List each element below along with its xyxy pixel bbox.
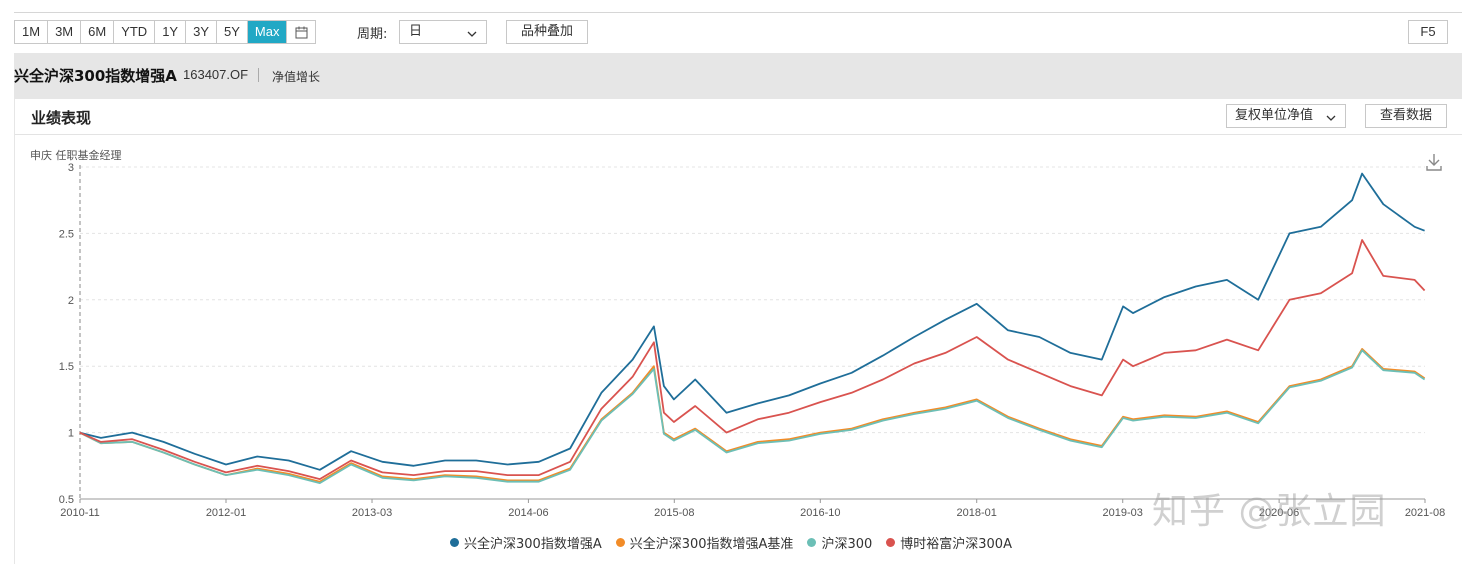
legend-item[interactable]: 兴全沪深300指数增强A: [450, 533, 602, 552]
y-tick-label: 3: [68, 162, 74, 174]
series-line: [79, 347, 1426, 483]
watermark: 知乎 @张立园: [1152, 491, 1387, 532]
x-tick-label: 2015-08: [654, 507, 694, 519]
legend-marker: [807, 538, 817, 547]
series-line: [79, 172, 1425, 471]
legend-marker: [450, 538, 459, 547]
legend-marker: [886, 538, 896, 547]
x-tick-label: 2016-10: [800, 507, 840, 519]
legend-item[interactable]: 博时裕富沪深300A: [886, 533, 1012, 552]
x-tick-label: 2019-03: [1103, 507, 1143, 519]
x-tick-label: 2013-03: [352, 507, 392, 519]
x-tick-label: 2012-01: [206, 507, 246, 519]
x-tick-label: 2018-01: [957, 507, 997, 519]
performance-chart: 0.5 1 1.5 2 2.5 3 2010-11 2012-01 2013-03 2014-06…: [59, 162, 1445, 519]
y-tick-label: 1.5: [59, 361, 74, 373]
download-icon[interactable]: [1424, 152, 1444, 172]
manager-note: 申庆 任职基金经理: [30, 149, 122, 162]
x-tick-label: 2021-08: [1405, 507, 1445, 519]
x-tick-label: 2014-06: [508, 507, 548, 519]
legend-item[interactable]: 兴全沪深300指数增强A基准: [615, 533, 794, 552]
legend-label: 兴全沪深300指数增强A基准: [629, 537, 794, 552]
legend-label: 沪深300: [821, 537, 873, 552]
y-tick-label: 2.5: [59, 228, 74, 240]
y-tick-label: 1: [68, 428, 74, 440]
y-tick-label: 2: [68, 295, 74, 307]
series-line: [79, 349, 1426, 485]
chart-legend: 兴全沪深300指数增强A 兴全沪深300指数增强A基准 沪深300 博时裕富沪深300…: [0, 533, 1462, 552]
legend-marker: [615, 538, 625, 547]
x-tick-label: 2010-11: [60, 507, 100, 519]
y-tick-label: 0.5: [59, 494, 74, 506]
legend-label: 兴全沪深300指数增强A: [464, 537, 602, 552]
legend-item[interactable]: 沪深300: [807, 533, 872, 552]
legend-label: 博时裕富沪深300A: [900, 537, 1012, 552]
